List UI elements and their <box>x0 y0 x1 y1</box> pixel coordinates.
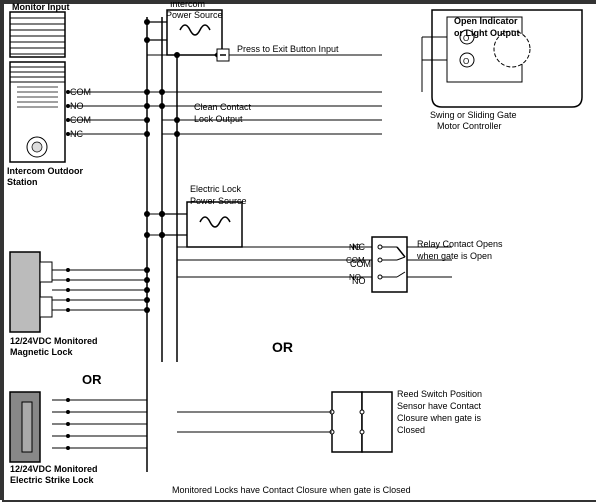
svg-text:when gate is Open: when gate is Open <box>416 251 492 261</box>
svg-text:Closed: Closed <box>397 425 425 435</box>
svg-text:NO: NO <box>349 273 361 282</box>
svg-text:Reed Switch Position: Reed Switch Position <box>397 389 482 399</box>
svg-text:Lock Output: Lock Output <box>194 114 243 124</box>
svg-text:or Light Output: or Light Output <box>454 28 519 38</box>
svg-text:12/24VDC Monitored: 12/24VDC Monitored <box>10 336 98 346</box>
svg-text:Press to Exit Button Input: Press to Exit Button Input <box>237 44 339 54</box>
svg-text:12/24VDC Monitored: 12/24VDC Monitored <box>10 464 98 474</box>
svg-text:Electric Strike Lock: Electric Strike Lock <box>10 475 95 485</box>
svg-text:Power Source: Power Source <box>166 10 223 20</box>
svg-text:Monitored Locks have Contact C: Monitored Locks have Contact Closure whe… <box>172 485 411 495</box>
svg-text:Open Indicator: Open Indicator <box>454 16 518 26</box>
svg-text:Relay Contact Opens: Relay Contact Opens <box>417 239 503 249</box>
svg-text:OR: OR <box>82 372 102 387</box>
wiring-diagram: COM NO COM NC <box>0 0 596 500</box>
svg-text:Power Source: Power Source <box>190 196 247 206</box>
svg-text:Clean Contact: Clean Contact <box>194 102 252 112</box>
svg-text:COM: COM <box>346 256 365 265</box>
svg-text:Intercom Outdoor: Intercom Outdoor <box>7 166 83 176</box>
svg-text:Magnetic Lock: Magnetic Lock <box>10 347 74 357</box>
svg-text:Motor Controller: Motor Controller <box>437 121 502 131</box>
svg-text:Sensor have Contact: Sensor have Contact <box>397 401 482 411</box>
svg-text:Electric Lock: Electric Lock <box>190 184 242 194</box>
svg-text:Monitor Input: Monitor Input <box>12 2 69 12</box>
svg-text:NC: NC <box>349 243 361 252</box>
svg-text:Station: Station <box>7 177 38 187</box>
svg-text:Closure when gate is: Closure when gate is <box>397 413 482 423</box>
svg-text:OR: OR <box>272 339 293 355</box>
svg-text:Swing or Sliding Gate: Swing or Sliding Gate <box>430 110 517 120</box>
svg-text:O: O <box>463 57 469 66</box>
svg-text:Intercom: Intercom <box>170 2 205 9</box>
